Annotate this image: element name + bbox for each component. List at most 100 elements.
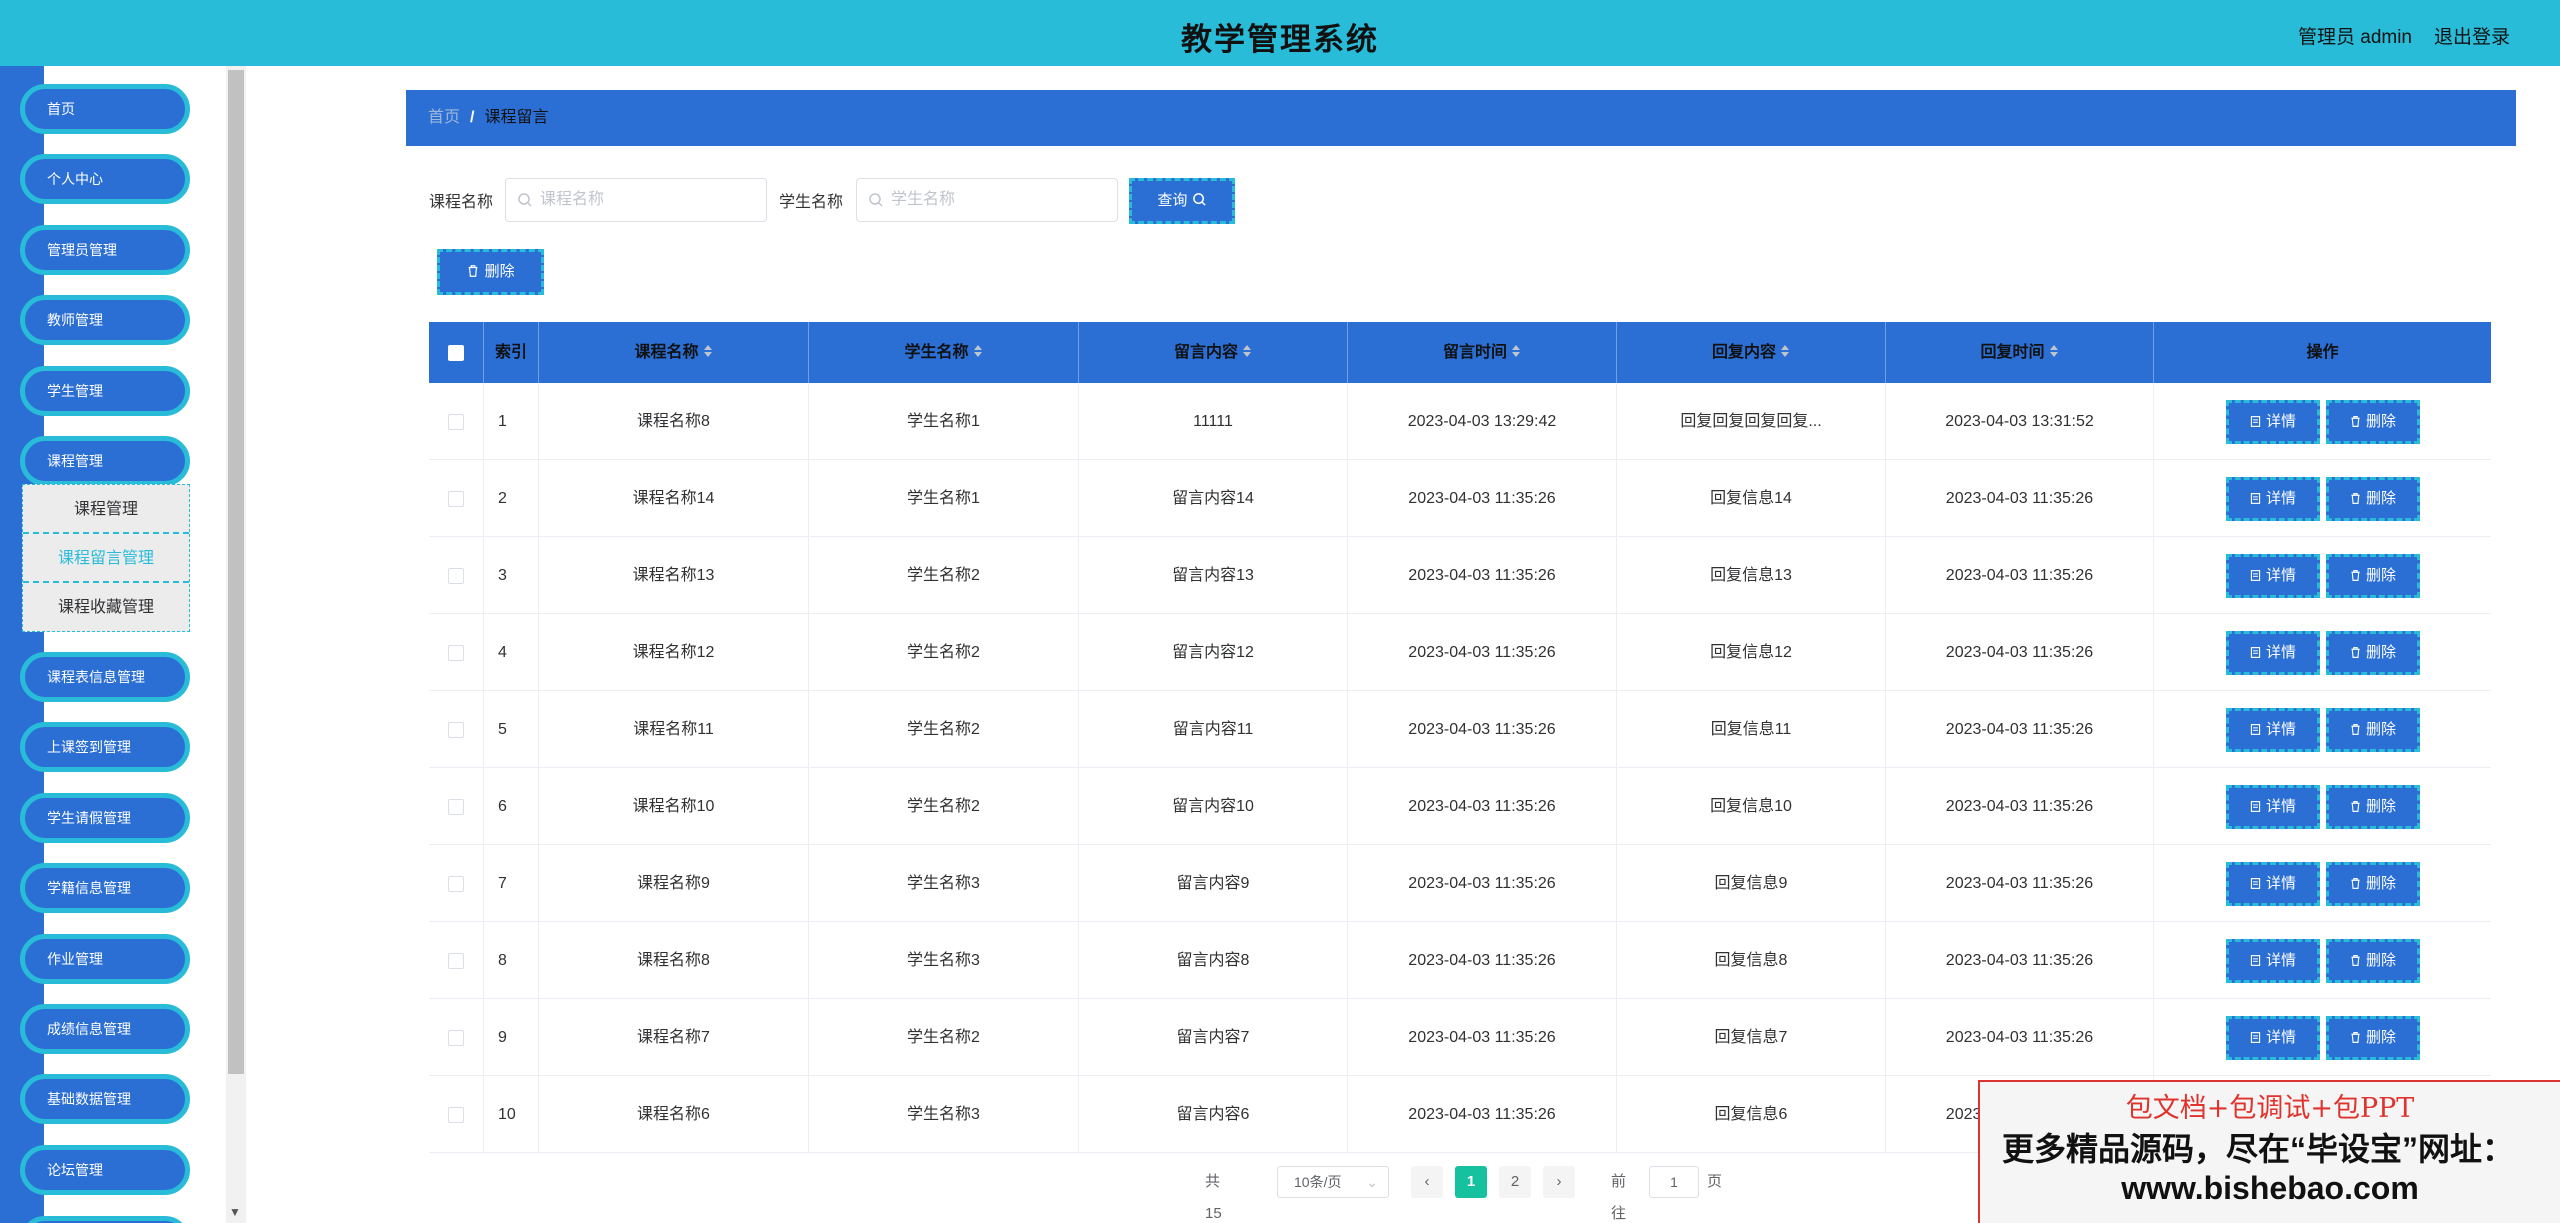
course-name-input[interactable] [505,178,767,222]
cell-message-time: 2023-04-03 11:35:26 [1348,1076,1617,1153]
row-checkbox[interactable] [448,413,464,430]
scroll-down-arrow-icon[interactable]: ▼ [229,1205,241,1219]
breadcrumb-home[interactable]: 首页 [428,109,460,126]
detail-button[interactable]: 详情 [2225,630,2320,675]
row-checkbox[interactable] [448,952,464,969]
row-delete-button[interactable]: 删除 [2325,399,2420,444]
row-checkbox[interactable] [448,721,464,738]
cell-select[interactable] [429,691,484,768]
query-button[interactable]: 查询 [1129,178,1235,224]
page-2-button[interactable]: 2 [1499,1166,1531,1198]
submenu-item-course-manage[interactable]: 课程管理 [23,485,189,534]
detail-button[interactable]: 详情 [2225,938,2320,983]
detail-button[interactable]: 详情 [2225,1015,2320,1060]
trash-icon [2351,954,2360,966]
cell-select[interactable] [429,922,484,999]
detail-button[interactable]: 详情 [2225,553,2320,598]
header-message-time[interactable]: 留言时间 [1348,322,1617,383]
sidebar-item-admins[interactable]: 管理员管理 [20,225,190,275]
cell-message-content: 留言内容14 [1079,460,1348,537]
select-all-checkbox[interactable] [448,344,464,361]
row-checkbox[interactable] [448,1029,464,1046]
cell-select[interactable] [429,383,484,460]
sidebar-item-forum[interactable]: 论坛管理 [20,1145,190,1195]
cell-message-content: 留言内容12 [1079,614,1348,691]
next-page-button[interactable]: › [1543,1166,1575,1198]
sort-icon[interactable] [2049,343,2059,359]
sort-icon[interactable] [703,343,713,359]
header-course-name[interactable]: 课程名称 [539,322,809,383]
trash-icon [2351,723,2360,735]
row-delete-button[interactable]: 删除 [2325,707,2420,752]
scrollbar-thumb[interactable] [228,70,244,1074]
sidebar-item-grades[interactable]: 成绩信息管理 [20,1004,190,1054]
row-delete-button[interactable]: 删除 [2325,630,2420,675]
document-icon [2250,415,2261,427]
sidebar-item-leave[interactable]: 学生请假管理 [20,793,190,843]
submenu-item-course-messages[interactable]: 课程留言管理 [23,534,189,583]
row-checkbox[interactable] [448,567,464,584]
sort-icon[interactable] [1780,343,1790,359]
cell-select[interactable] [429,768,484,845]
page-1-button[interactable]: 1 [1455,1166,1487,1198]
sidebar-item-profile[interactable]: 个人中心 [20,154,190,204]
logout-link[interactable]: 退出登录 [2434,22,2510,49]
search-icon [518,193,532,207]
document-icon [2250,1031,2261,1043]
sidebar-item-base-data[interactable]: 基础数据管理 [20,1074,190,1124]
sidebar-item-students[interactable]: 学生管理 [20,366,190,416]
cell-select[interactable] [429,999,484,1076]
header-select-all[interactable] [429,322,484,383]
sidebar-item-more[interactable] [20,1216,190,1223]
detail-button[interactable]: 详情 [2225,399,2320,444]
sidebar-item-home[interactable]: 首页 [20,84,190,134]
sidebar-item-timetable[interactable]: 课程表信息管理 [20,652,190,702]
sidebar-item-student-status[interactable]: 学籍信息管理 [20,863,190,913]
sidebar-item-homework[interactable]: 作业管理 [20,934,190,984]
cell-actions: 详情删除 [2154,999,2491,1076]
sort-icon[interactable] [1242,343,1252,359]
cell-index: 2 [484,460,539,537]
header-reply-time[interactable]: 回复时间 [1886,322,2154,383]
sidebar-item-teachers[interactable]: 教师管理 [20,295,190,345]
bulk-delete-button[interactable]: 删除 [437,249,544,295]
student-name-input[interactable] [856,178,1118,222]
sidebar-scrollbar[interactable]: ▼ [226,66,246,1223]
row-delete-button[interactable]: 删除 [2325,476,2420,521]
cell-select[interactable] [429,1076,484,1153]
cell-reply-time: 2023-04-03 11:35:26 [1886,845,2154,922]
sidebar-item-checkin[interactable]: 上课签到管理 [20,722,190,772]
cell-select[interactable] [429,614,484,691]
submenu-item-course-favorites[interactable]: 课程收藏管理 [23,583,189,632]
sort-icon[interactable] [973,343,983,359]
sidebar-item-courses[interactable]: 课程管理 [20,436,190,486]
row-delete-button[interactable]: 删除 [2325,784,2420,829]
header-reply-content[interactable]: 回复内容 [1617,322,1886,383]
page-size-select[interactable]: 10条/页 ⌄ [1277,1166,1389,1198]
sort-icon[interactable] [1511,343,1521,359]
row-checkbox[interactable] [448,644,464,661]
cell-select[interactable] [429,845,484,922]
detail-button[interactable]: 详情 [2225,707,2320,752]
header-message-content[interactable]: 留言内容 [1079,322,1348,383]
cell-index: 1 [484,383,539,460]
cell-select[interactable] [429,537,484,614]
detail-button[interactable]: 详情 [2225,861,2320,906]
row-checkbox[interactable] [448,798,464,815]
prev-page-button[interactable]: ‹ [1411,1166,1443,1198]
row-delete-button[interactable]: 删除 [2325,938,2420,983]
cell-student-name: 学生名称3 [809,845,1079,922]
goto-page-input[interactable] [1649,1166,1699,1198]
row-checkbox[interactable] [448,1106,464,1123]
row-delete-button[interactable]: 删除 [2325,861,2420,906]
row-checkbox[interactable] [448,875,464,892]
detail-button[interactable]: 详情 [2225,476,2320,521]
row-delete-button[interactable]: 删除 [2325,1015,2420,1060]
detail-button[interactable]: 详情 [2225,784,2320,829]
row-checkbox[interactable] [448,490,464,507]
current-user: 管理员 admin [2297,27,2412,48]
cell-reply-time: 2023-04-03 11:35:26 [1886,460,2154,537]
header-student-name[interactable]: 学生名称 [809,322,1079,383]
row-delete-button[interactable]: 删除 [2325,553,2420,598]
cell-select[interactable] [429,460,484,537]
